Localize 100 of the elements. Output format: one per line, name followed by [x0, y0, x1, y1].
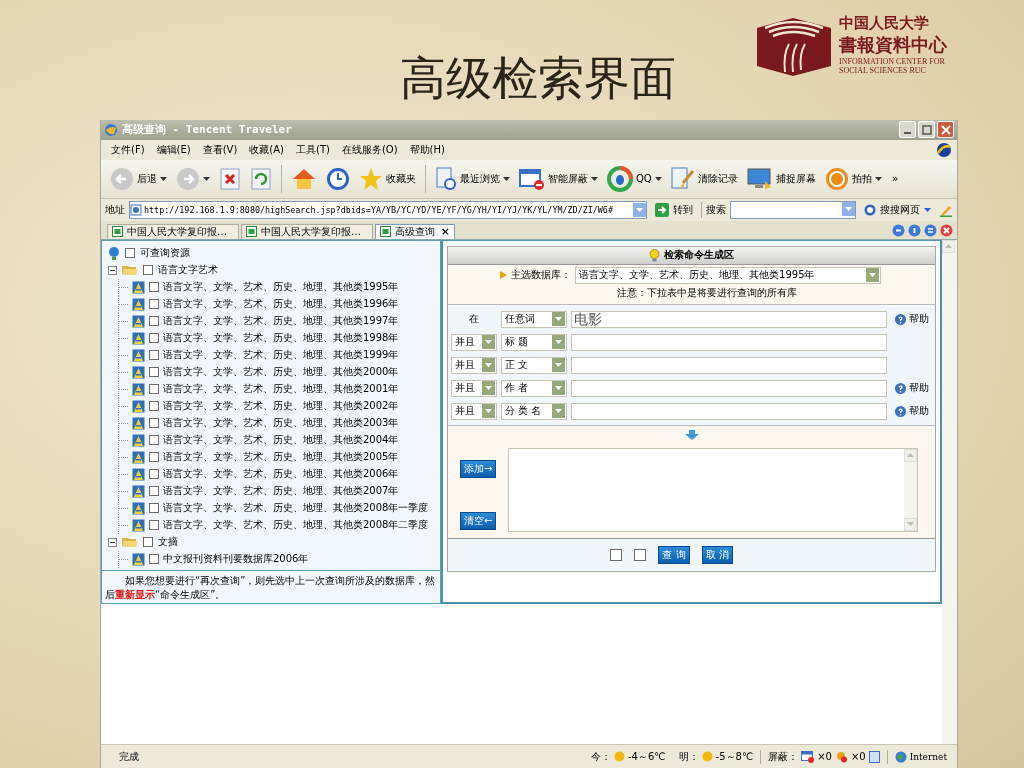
operator-select[interactable]: 并且	[451, 333, 498, 351]
tree-label[interactable]: 语言文字艺术	[158, 263, 218, 278]
menu-item[interactable]: 收藏(A)	[249, 142, 284, 157]
checkbox[interactable]	[149, 554, 159, 565]
tree-label[interactable]: 语言文字、文学、艺术、历史、地理、其他类1996年	[163, 297, 399, 312]
scrollbar[interactable]	[942, 239, 957, 745]
tab-close-button[interactable]: ×	[440, 225, 450, 239]
checkbox[interactable]	[143, 537, 153, 548]
checkbox[interactable]	[149, 435, 159, 446]
checkbox[interactable]	[149, 401, 159, 412]
toolbar-button[interactable]: 捕捉屏幕	[743, 166, 819, 191]
star-icon	[359, 166, 383, 191]
tree-label[interactable]: 语言文字、文学、艺术、历史、地理、其他类2003年	[163, 416, 399, 431]
minimize-button[interactable]	[899, 121, 916, 139]
term-field[interactable]	[571, 379, 888, 397]
menu-item[interactable]: 查看(V)	[202, 142, 238, 157]
toolbar-button[interactable]: 智能屏蔽	[516, 166, 601, 191]
help-link[interactable]: 帮助	[891, 312, 930, 327]
caret-icon	[485, 409, 493, 414]
field-select[interactable]: 任意词	[501, 310, 568, 328]
list-circle-icon[interactable]	[924, 223, 937, 237]
tree-label[interactable]: 语言文字、文学、艺术、历史、地理、其他类2007年	[163, 484, 399, 499]
help-link[interactable]: 帮助	[891, 404, 930, 419]
cancel-button[interactable]: 取 消	[701, 545, 733, 564]
toolbar-button[interactable]: 收藏夹	[356, 166, 419, 191]
menu-item[interactable]: 编辑(E)	[156, 142, 191, 157]
checkbox[interactable]	[610, 548, 623, 561]
tree-label[interactable]: 语言文字、文学、艺术、历史、地理、其他类2006年	[163, 467, 399, 482]
tree-label[interactable]: 语言文字、文学、艺术、历史、地理、其他类2008年一季度	[163, 501, 429, 516]
menu-item[interactable]: 工具(T)	[296, 142, 330, 157]
search-field[interactable]	[730, 200, 856, 219]
close-icon[interactable]	[940, 223, 953, 237]
query-button[interactable]: 查 询	[658, 545, 690, 564]
operator-select[interactable]: 并且	[451, 379, 498, 397]
field-select[interactable]: 作 者	[501, 379, 568, 397]
tree-label[interactable]: 文摘	[158, 535, 178, 550]
tree-label[interactable]: 可查询资源	[140, 246, 190, 261]
field-select[interactable]: 标 题	[501, 333, 568, 351]
browser-tab[interactable]: 高级查询 ×	[375, 223, 455, 239]
operator-select[interactable]: 并且	[451, 356, 498, 374]
term-field[interactable]	[571, 402, 888, 420]
database-select[interactable]: 语言文字、文学、艺术、历史、地理、其他类1995年	[575, 266, 882, 284]
tree-label[interactable]: 中文报刊资料刊要数据库2006年	[163, 552, 309, 567]
collapse-toggle-icon[interactable]	[108, 537, 117, 547]
checkbox[interactable]	[149, 503, 159, 514]
operator-select[interactable]: 并且	[451, 402, 498, 420]
more-button[interactable]: »	[891, 172, 899, 186]
forward-circle-icon[interactable]	[908, 223, 921, 237]
checkbox[interactable]	[149, 350, 159, 361]
back-circle-icon[interactable]	[892, 223, 905, 237]
checkbox[interactable]	[634, 548, 647, 561]
database-icon	[132, 399, 145, 413]
tree-label[interactable]: 语言文字、文学、艺术、历史、地理、其他类2000年	[163, 365, 399, 380]
field-select[interactable]: 正 文	[501, 356, 568, 374]
checkbox[interactable]	[149, 384, 159, 395]
toolbar-button[interactable]: 后退	[107, 166, 170, 191]
tree-label[interactable]: 语言文字、文学、艺术、历史、地理、其他类1995年	[163, 280, 399, 295]
tree-label[interactable]: 语言文字、文学、艺术、历史、地理、其他类2005年	[163, 450, 399, 465]
checkbox[interactable]	[143, 265, 153, 276]
browser-tab[interactable]: 中国人民大学复印报…	[241, 223, 373, 239]
go-button[interactable]: 转到	[651, 202, 697, 217]
tree-label[interactable]: 语言文字、文学、艺术、历史、地理、其他类1998年	[163, 331, 399, 346]
checkbox[interactable]	[149, 452, 159, 463]
address-field[interactable]: http://192.168.1.9:8080/highSearch.jsp?dbids=YA/YB/YC/YD/YE/YF/YG/YH/YI/YJ/YK/YL/YM/ZD/ZI/W6#	[129, 200, 647, 219]
checkbox[interactable]	[149, 520, 159, 531]
search-engine-button[interactable]: 搜搜网页	[860, 202, 935, 217]
checkbox[interactable]	[149, 418, 159, 429]
browser-tab[interactable]: 中国人民大学复印报…	[107, 223, 239, 239]
menu-item[interactable]: 帮助(H)	[409, 142, 445, 157]
help-link[interactable]: 帮助	[891, 381, 930, 396]
tree-label[interactable]: 语言文字、文学、艺术、历史、地理、其他类1997年	[163, 314, 399, 329]
tree-label[interactable]: 语言文字、文学、艺术、历史、地理、其他类2001年	[163, 382, 399, 397]
tree-label[interactable]: 语言文字、文学、艺术、历史、地理、其他类2004年	[163, 433, 399, 448]
toolbar-button[interactable]: 最近浏览	[432, 166, 513, 191]
collapse-toggle-icon[interactable]	[108, 265, 117, 275]
checkbox[interactable]	[149, 299, 159, 310]
checkbox[interactable]	[149, 316, 159, 327]
field-select[interactable]: 分 类 名	[501, 402, 568, 420]
menu-item[interactable]: 在线服务(O)	[341, 142, 398, 157]
term-field[interactable]	[571, 333, 888, 351]
toolbar-button[interactable]: 拍拍	[821, 166, 885, 191]
toolbar-button[interactable]: QQ	[604, 165, 665, 192]
checkbox[interactable]	[149, 486, 159, 497]
popup-count: ×0	[817, 751, 832, 762]
add-button[interactable]: 添加→	[460, 459, 497, 478]
close-button[interactable]	[937, 121, 954, 139]
menu-item[interactable]: 文件(F)	[111, 142, 145, 157]
checkbox[interactable]	[125, 248, 135, 259]
checkbox[interactable]	[149, 469, 159, 480]
clear-button[interactable]: 清空←	[460, 511, 497, 530]
tree-label[interactable]: 语言文字、文学、艺术、历史、地理、其他类2002年	[163, 399, 399, 414]
checkbox[interactable]	[149, 333, 159, 344]
tree-label[interactable]: 语言文字、文学、艺术、历史、地理、其他类1999年	[163, 348, 399, 363]
term-field[interactable]	[571, 356, 888, 374]
tree-label[interactable]: 语言文字、文学、艺术、历史、地理、其他类2008年二季度	[163, 518, 429, 533]
checkbox[interactable]	[149, 367, 159, 378]
toolbar-button[interactable]: 清除记录	[667, 166, 741, 191]
maximize-button[interactable]	[918, 121, 935, 139]
checkbox[interactable]	[149, 282, 159, 293]
term-field[interactable]: 电影	[571, 310, 888, 328]
